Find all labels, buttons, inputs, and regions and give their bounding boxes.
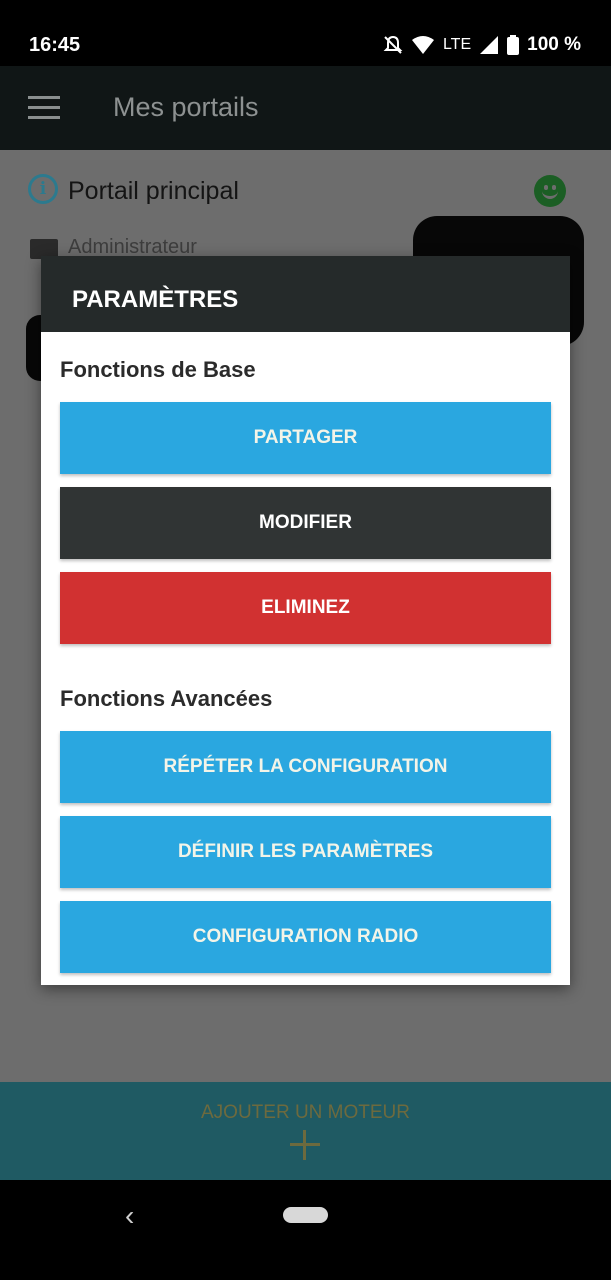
home-pill-icon[interactable]	[283, 1207, 328, 1223]
status-icons: LTE 100 %	[383, 34, 581, 56]
status-smiley-icon	[534, 175, 566, 207]
status-bar: 16:45 LTE 100 %	[0, 0, 611, 66]
settings-dialog: PARAMÈTRES Fonctions de Base PARTAGER MO…	[41, 256, 570, 985]
plus-icon[interactable]	[290, 1130, 320, 1160]
basic-functions-heading: Fonctions de Base	[60, 357, 256, 382]
advanced-functions-heading: Fonctions Avancées	[60, 686, 273, 711]
back-icon[interactable]: ‹	[125, 1200, 134, 1232]
page-title: Mes portails	[113, 92, 259, 122]
define-parameters-button[interactable]: DÉFINIR LES PARAMÈTRES	[60, 816, 551, 888]
share-button[interactable]: PARTAGER	[60, 402, 551, 474]
dialog-header: PARAMÈTRES	[41, 256, 570, 332]
portal-name[interactable]: Portail principal	[68, 177, 239, 206]
system-nav-bar: ‹	[0, 1180, 611, 1280]
edit-button[interactable]: MODIFIER	[60, 487, 551, 559]
status-time: 16:45	[29, 34, 81, 56]
dialog-title: PARAMÈTRES	[72, 286, 239, 313]
menu-icon[interactable]	[28, 96, 60, 120]
delete-button[interactable]: ELIMINEZ	[60, 572, 551, 644]
battery-icon	[507, 35, 520, 55]
app-bar: Mes portails	[0, 66, 611, 150]
signal-icon	[479, 35, 499, 55]
repeat-configuration-button[interactable]: RÉPÉTER LA CONFIGURATION	[60, 731, 551, 803]
radio-configuration-button[interactable]: CONFIGURATION RADIO	[60, 901, 551, 973]
notifications-off-icon	[383, 35, 403, 55]
add-motor-label: AJOUTER UN MOTEUR	[201, 1102, 410, 1123]
info-icon[interactable]: i	[28, 174, 58, 204]
battery-level: 100 %	[527, 34, 581, 55]
network-type: LTE	[442, 36, 472, 53]
wifi-icon	[411, 35, 435, 55]
add-motor-bar[interactable]: AJOUTER UN MOTEUR	[0, 1082, 611, 1180]
